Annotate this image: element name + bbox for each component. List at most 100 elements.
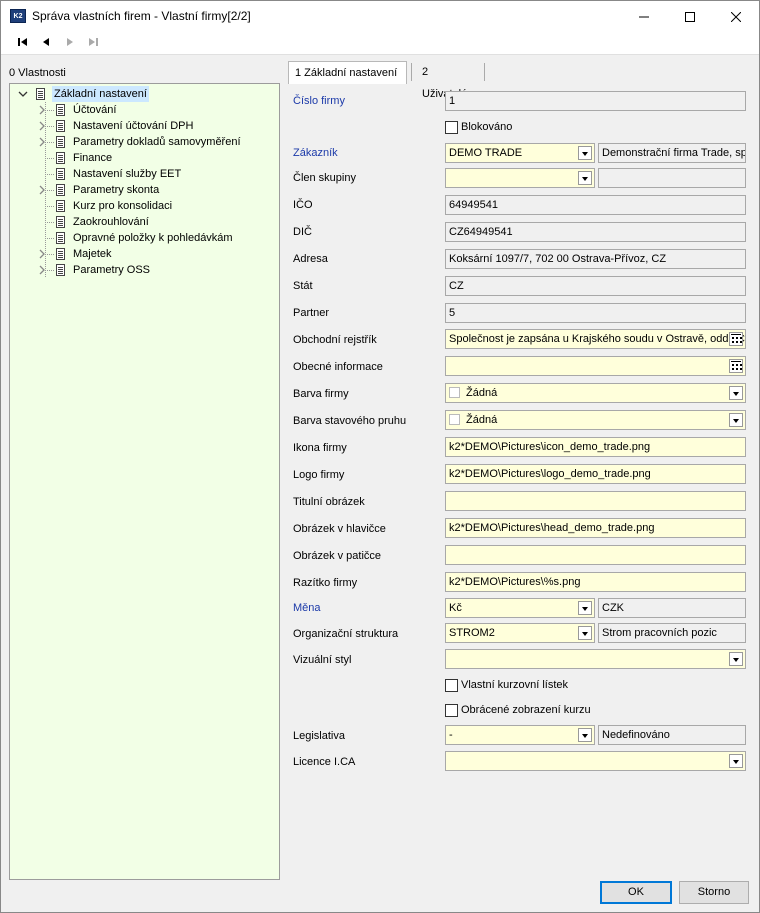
tree-item[interactable]: Majetek <box>10 246 278 262</box>
chevron-down-icon[interactable] <box>18 86 28 102</box>
tree-connector <box>45 214 55 230</box>
licence-ica-select[interactable] <box>445 751 746 771</box>
tree-item[interactable]: Základní nastavení <box>10 86 278 102</box>
tab-uzivatele[interactable]: 2 Uživatelé <box>416 61 473 100</box>
close-button[interactable] <box>713 1 759 31</box>
barva-firmy-value: Žádná <box>466 387 498 399</box>
maximize-icon <box>685 12 695 23</box>
document-icon <box>56 136 65 148</box>
main-window: K2 Správa vlastních firem - Vlastní firm… <box>0 0 760 913</box>
obchodni-rejstrik-field[interactable]: Společnost je zapsána u Krajského soudu … <box>445 329 746 349</box>
tree-item-label: Parametry skonta <box>73 184 160 196</box>
memo-editor-icon[interactable] <box>729 359 743 373</box>
tree-connector <box>45 246 55 262</box>
tree-item[interactable]: Nastavení účtování DPH <box>10 118 278 134</box>
chevron-down-icon[interactable] <box>729 386 743 400</box>
legislativa-select[interactable]: - <box>445 725 595 745</box>
tree-item-label: Kurz pro konsolidaci <box>73 200 173 212</box>
last-record-icon <box>89 38 98 46</box>
minimize-button[interactable] <box>621 1 667 31</box>
zakaznik-select[interactable]: DEMO TRADE <box>445 143 595 163</box>
logo-firmy-field[interactable]: k2*DEMO\Pictures\logo_demo_trade.png <box>445 464 746 484</box>
close-icon <box>730 11 742 23</box>
tab-separator <box>411 63 412 81</box>
cislo-firmy-label: Číslo firmy <box>293 95 345 107</box>
document-icon <box>56 168 65 180</box>
maximize-button[interactable] <box>667 1 713 31</box>
tree-item[interactable]: Parametry skonta <box>10 182 278 198</box>
tree-item[interactable]: Nastavení služby EET <box>10 166 278 182</box>
previous-record-button[interactable] <box>39 35 53 49</box>
cislo-firmy-field: 1 <box>445 91 746 111</box>
razitko-firmy-field[interactable]: k2*DEMO\Pictures\%s.png <box>445 572 746 592</box>
obecne-informace-field[interactable] <box>445 356 746 376</box>
title-bar: K2 Správa vlastních firem - Vlastní firm… <box>1 1 759 31</box>
obrazek-hlavicce-field[interactable]: k2*DEMO\Pictures\head_demo_trade.png <box>445 518 746 538</box>
previous-record-icon <box>43 38 49 46</box>
tree-connector <box>45 182 55 198</box>
ikona-firmy-field[interactable]: k2*DEMO\Pictures\icon_demo_trade.png <box>445 437 746 457</box>
app-icon: K2 <box>10 9 26 23</box>
tree-item[interactable]: Parametry OSS <box>10 262 278 278</box>
tree-item-label: Majetek <box>73 248 112 260</box>
tree-connector <box>45 150 55 166</box>
tree-item[interactable]: Zaokrouhlování <box>10 214 278 230</box>
obchodni-rejstrik-label: Obchodní rejstřík <box>293 334 377 346</box>
last-record-button[interactable] <box>86 35 100 49</box>
barva-firmy-select[interactable]: Žádná <box>445 383 746 403</box>
partner-label: Partner <box>293 307 330 319</box>
clen-skupiny-select[interactable] <box>445 168 595 188</box>
obracene-kurzu-label: Obrácené zobrazení kurzu <box>461 704 591 716</box>
settings-tree[interactable]: Základní nastavení Účtování Nastavení účto… <box>9 83 280 880</box>
ico-label: IČO <box>293 199 313 211</box>
document-icon <box>56 104 65 116</box>
next-record-button[interactable] <box>63 35 77 49</box>
org-struktura-description: Strom pracovních pozic <box>598 623 746 643</box>
barva-pruhu-select[interactable]: Žádná <box>445 410 746 430</box>
licence-ica-label: Licence I.CA <box>293 756 356 768</box>
blokovano-checkbox[interactable] <box>445 121 458 134</box>
storno-button[interactable]: Storno <box>679 881 749 904</box>
tree-item-label: Parametry OSS <box>73 264 151 276</box>
tree-item[interactable]: Finance <box>10 150 278 166</box>
obrazek-paticce-label: Obrázek v patičce <box>293 550 382 562</box>
clen-skupiny-label: Člen skupiny <box>293 172 356 184</box>
titulni-obrazek-field[interactable] <box>445 491 746 511</box>
obrazek-paticce-field[interactable] <box>445 545 746 565</box>
document-icon <box>56 184 65 196</box>
stat-label: Stát <box>293 280 313 292</box>
memo-editor-icon[interactable] <box>729 332 743 346</box>
tree-item-label: Opravné položky k pohledávkám <box>73 232 233 244</box>
legislativa-description: Nedefinováno <box>598 725 746 745</box>
tree-item[interactable]: Kurz pro konsolidaci <box>10 198 278 214</box>
vizualni-styl-select[interactable] <box>445 649 746 669</box>
tree-item[interactable]: Parametry dokladů samovyměření <box>10 134 278 150</box>
chevron-down-icon[interactable] <box>578 626 592 640</box>
tree-item[interactable]: Opravné položky k pohledávkám <box>10 230 278 246</box>
chevron-down-icon[interactable] <box>578 146 592 160</box>
vlastni-kurzovni-checkbox[interactable] <box>445 679 458 692</box>
razitko-firmy-label: Razítko firmy <box>293 577 358 589</box>
obchodni-rejstrik-value: Společnost je zapsána u Krajského soudu … <box>449 333 745 345</box>
chevron-down-icon[interactable] <box>729 413 743 427</box>
org-struktura-select[interactable]: STROM2 <box>445 623 595 643</box>
tree-connector <box>45 262 55 278</box>
first-record-button[interactable] <box>16 35 30 49</box>
barva-pruhu-value: Žádná <box>466 414 498 426</box>
tree-connector <box>45 230 55 246</box>
zakaznik-label: Zákazník <box>293 147 338 159</box>
tree-connector <box>45 166 55 182</box>
obracene-kurzu-checkbox[interactable] <box>445 704 458 717</box>
tab-zakladni-nastaveni[interactable]: 1 Základní nastavení <box>288 61 407 84</box>
chevron-down-icon[interactable] <box>578 171 592 185</box>
chevron-down-icon[interactable] <box>729 754 743 768</box>
stat-field: CZ <box>445 276 746 296</box>
ok-button[interactable]: OK <box>600 881 672 904</box>
chevron-down-icon[interactable] <box>729 652 743 666</box>
chevron-down-icon[interactable] <box>578 601 592 615</box>
tree-item[interactable]: Účtování <box>10 102 278 118</box>
mena-select[interactable]: Kč <box>445 598 595 618</box>
document-icon <box>56 248 65 260</box>
tree-connector <box>45 198 55 214</box>
chevron-down-icon[interactable] <box>578 728 592 742</box>
